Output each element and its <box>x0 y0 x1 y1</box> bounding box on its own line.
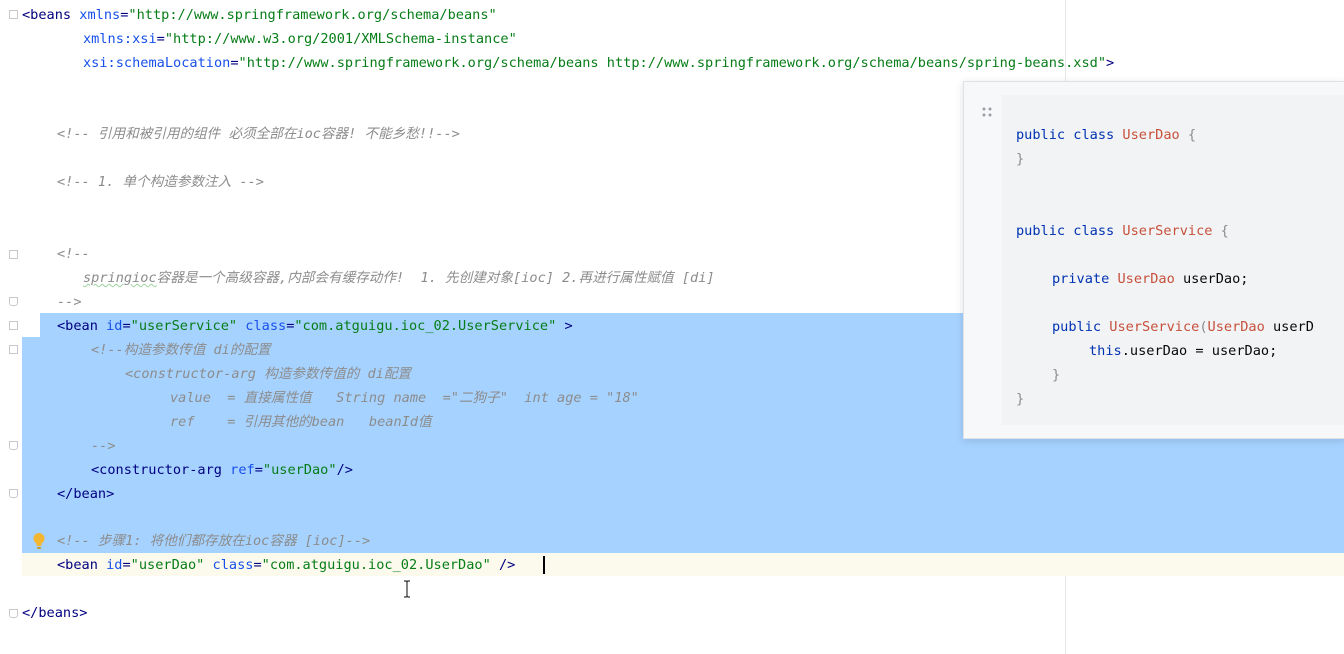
java-line: private UserDao userDao; <box>1052 267 1248 291</box>
xml-attr: id <box>106 557 123 573</box>
java-line: public class UserDao { <box>1016 123 1196 147</box>
xml-comment[interactable]: <!-- 引用和被引用的组件 必须全部在ioc容器! 不能乡愁!!--> <box>57 122 460 146</box>
code-line[interactable]: <beans xmlns="http://www.springframework… <box>22 3 497 27</box>
drag-handle-icon[interactable] <box>980 104 994 118</box>
xml-value: "http://www.springframework.org/schema/b… <box>128 7 497 23</box>
java-class-name: UserDao <box>1117 271 1175 287</box>
fold-marker[interactable] <box>9 489 18 498</box>
java-keyword: public class <box>1016 127 1123 143</box>
xml-eq: = <box>156 31 165 47</box>
xml-attr: ref <box>230 462 255 478</box>
java-line: } <box>1016 151 1025 167</box>
xml-value: "userService" <box>130 318 238 334</box>
xml-value: "userDao" <box>130 557 205 573</box>
xml-attr: id <box>106 318 123 334</box>
xml-attr: xsi:schemaLocation <box>83 55 231 71</box>
popup-code-area: public class UserDao { } public class Us… <box>1002 95 1344 425</box>
xml-value: "com.atguigu.ioc_02.UserService" <box>294 318 557 334</box>
xml-comment[interactable]: ref = 引用其他的bean beanId值 <box>170 410 432 434</box>
java-line: public UserService(UserDao userD <box>1052 315 1314 339</box>
xml-comment[interactable]: <!-- 1. 单个构造参数注入 --> <box>57 170 264 194</box>
xml-comment[interactable]: --> <box>91 434 116 458</box>
java-class-name: UserService <box>1109 319 1200 335</box>
xml-attr: xmlns:xsi <box>83 31 157 47</box>
java-brace: { <box>1179 127 1197 143</box>
java-brace: { <box>1212 223 1229 239</box>
xml-tag-close: /> <box>336 462 353 478</box>
ibeam-cursor-icon <box>402 580 412 598</box>
java-paren: ( <box>1199 319 1208 335</box>
xml-comment[interactable]: <!--构造参数传值 di的配置 <box>91 338 271 362</box>
java-keyword: public class <box>1016 223 1123 239</box>
code-line[interactable]: <bean id="userService" class="com.atguig… <box>57 314 573 338</box>
java-line: this.userDao = userDao; <box>1089 339 1277 363</box>
java-class-name: UserDao <box>1207 319 1265 335</box>
xml-attr: class <box>245 318 287 334</box>
comment-text-underlined: springioc <box>83 270 157 286</box>
java-line: } <box>1016 391 1025 407</box>
java-text: userDao; <box>1174 271 1249 287</box>
xml-value: "http://www.w3.org/2001/XMLSchema-instan… <box>164 31 517 47</box>
code-line[interactable]: </bean> <box>57 482 114 506</box>
code-line[interactable]: xmlns:xsi="http://www.w3.org/2001/XMLSch… <box>83 27 517 51</box>
text-caret <box>543 556 545 574</box>
code-line[interactable]: xsi:schemaLocation="http://www.springfra… <box>83 51 1114 75</box>
xml-comment[interactable]: <!-- 步骤1: 将他们都存放在ioc容器 [ioc]--> <box>57 529 370 553</box>
java-line: } <box>1052 367 1061 383</box>
xml-tag-close: > <box>1106 55 1115 71</box>
java-line: public class UserService { <box>1016 219 1229 243</box>
xml-comment[interactable]: --> <box>57 290 82 314</box>
code-line[interactable]: <constructor-arg ref="userDao"/> <box>91 458 353 482</box>
xml-tag: <bean <box>57 318 107 334</box>
xml-eq: = <box>230 55 239 71</box>
xml-comment[interactable]: value = 直接属性值 String name ="二狗子" int age… <box>170 386 639 410</box>
xml-tag: <bean <box>57 557 107 573</box>
java-class-name: UserDao <box>1122 127 1180 143</box>
lightbulb-icon[interactable] <box>32 532 46 550</box>
xml-value: "http://www.springframework.org/schema/b… <box>238 55 1107 71</box>
xml-tag: <constructor-arg <box>91 462 231 478</box>
code-reference-popup[interactable]: public class UserDao { } public class Us… <box>963 81 1344 439</box>
code-line[interactable]: </beans> <box>22 601 87 625</box>
xml-value: "com.atguigu.ioc_02.UserDao" <box>261 557 491 573</box>
java-class-name: UserService <box>1122 223 1213 239</box>
java-text: .userDao = userDao; <box>1121 343 1278 359</box>
xml-comment[interactable]: springioc容器是一个高级容器,内部会有缓存动作! 1. 先创建对象[io… <box>83 266 715 290</box>
java-keyword: this <box>1089 343 1122 359</box>
fold-marker[interactable] <box>9 345 18 354</box>
xml-editor[interactable]: <beans xmlns="http://www.springframework… <box>0 0 1344 654</box>
fold-marker[interactable] <box>9 609 18 618</box>
java-keyword: public <box>1052 319 1110 335</box>
fold-marker[interactable] <box>9 250 18 259</box>
xml-comment[interactable]: <!-- <box>57 242 90 266</box>
java-text: userD <box>1264 319 1314 335</box>
fold-marker[interactable] <box>9 297 18 306</box>
xml-tag-close: /> <box>490 557 516 573</box>
xml-attr: xmlns <box>79 7 121 23</box>
fold-marker[interactable] <box>9 441 18 450</box>
xml-tag: <beans <box>22 7 80 23</box>
fold-marker[interactable] <box>9 321 18 330</box>
xml-attr: class <box>212 557 254 573</box>
xml-comment[interactable]: <constructor-arg 构造参数传值的 di配置 <box>125 362 411 386</box>
code-line[interactable]: <bean id="userDao" class="com.atguigu.io… <box>57 553 515 577</box>
fold-marker[interactable] <box>9 10 18 19</box>
comment-text: 容器是一个高级容器,内部会有缓存动作! 1. 先创建对象[ioc] 2.再进行属… <box>156 270 715 286</box>
xml-tag-close: > <box>556 318 573 334</box>
java-keyword: private <box>1052 271 1118 287</box>
xml-value: "userDao" <box>262 462 337 478</box>
